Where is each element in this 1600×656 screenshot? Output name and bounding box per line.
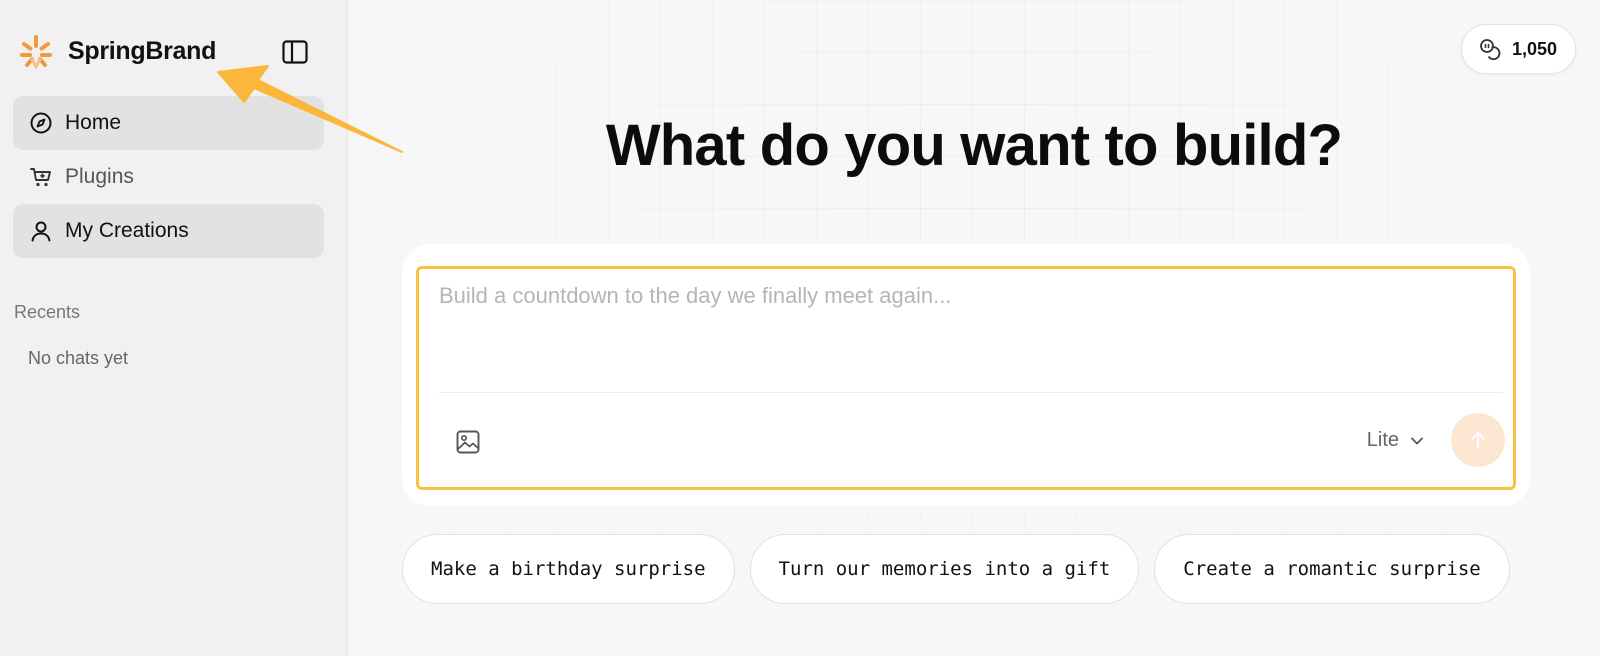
sidebar-item-label: Home — [65, 111, 122, 134]
sidebar-panel-icon — [282, 40, 308, 64]
coins-icon — [1480, 39, 1501, 61]
model-select[interactable]: Lite — [1367, 429, 1425, 452]
sidebar-nav: Home Plugins My Creations — [13, 96, 324, 258]
recents-empty-state: No chats yet — [28, 348, 129, 368]
arrow-up-icon — [1471, 432, 1485, 448]
cart-plus-icon — [29, 165, 53, 189]
sidebar-item-label: Plugins — [65, 165, 134, 188]
attach-image-button[interactable] — [453, 427, 483, 457]
suggestion-chips: Make a birthday surprise Turn our memori… — [402, 534, 1510, 604]
recents-heading: Recents — [14, 302, 81, 322]
suggestion-chip-birthday[interactable]: Make a birthday surprise — [402, 534, 735, 604]
credits-count: 1,050 — [1511, 38, 1557, 59]
brand-name: SpringBrand — [68, 36, 217, 65]
model-select-value: Lite — [1366, 429, 1399, 451]
main-area: 1,050 What do you want to build? Lite — [348, 0, 1600, 656]
chevron-down-icon — [1411, 437, 1423, 444]
page-title: What do you want to build? — [605, 113, 1343, 178]
sidebar: SpringBrand Home Plugins My Creations Re… — [0, 0, 348, 656]
suggestion-chip-romantic[interactable]: Create a romantic surprise — [1154, 534, 1510, 604]
compass-icon — [29, 111, 53, 135]
sidebar-item-label: My Creations — [65, 219, 189, 242]
send-button[interactable] — [1451, 413, 1505, 467]
image-icon — [456, 430, 480, 454]
brand[interactable]: SpringBrand — [18, 33, 216, 69]
suggestion-chip-memories[interactable]: Turn our memories into a gift — [749, 534, 1140, 604]
composer-divider — [439, 392, 1503, 393]
sidebar-toggle-button[interactable] — [280, 37, 310, 67]
credits-badge[interactable]: 1,050 — [1460, 24, 1576, 74]
composer-card: Lite — [402, 244, 1530, 506]
sidebar-item-plugins[interactable]: Plugins — [13, 150, 324, 204]
composer: Lite — [416, 266, 1516, 490]
sidebar-item-home[interactable]: Home — [13, 96, 324, 150]
user-icon — [29, 219, 53, 243]
sidebar-item-my-creations[interactable]: My Creations — [13, 204, 324, 258]
brand-logo-icon — [20, 35, 52, 69]
prompt-input[interactable] — [439, 283, 1489, 383]
